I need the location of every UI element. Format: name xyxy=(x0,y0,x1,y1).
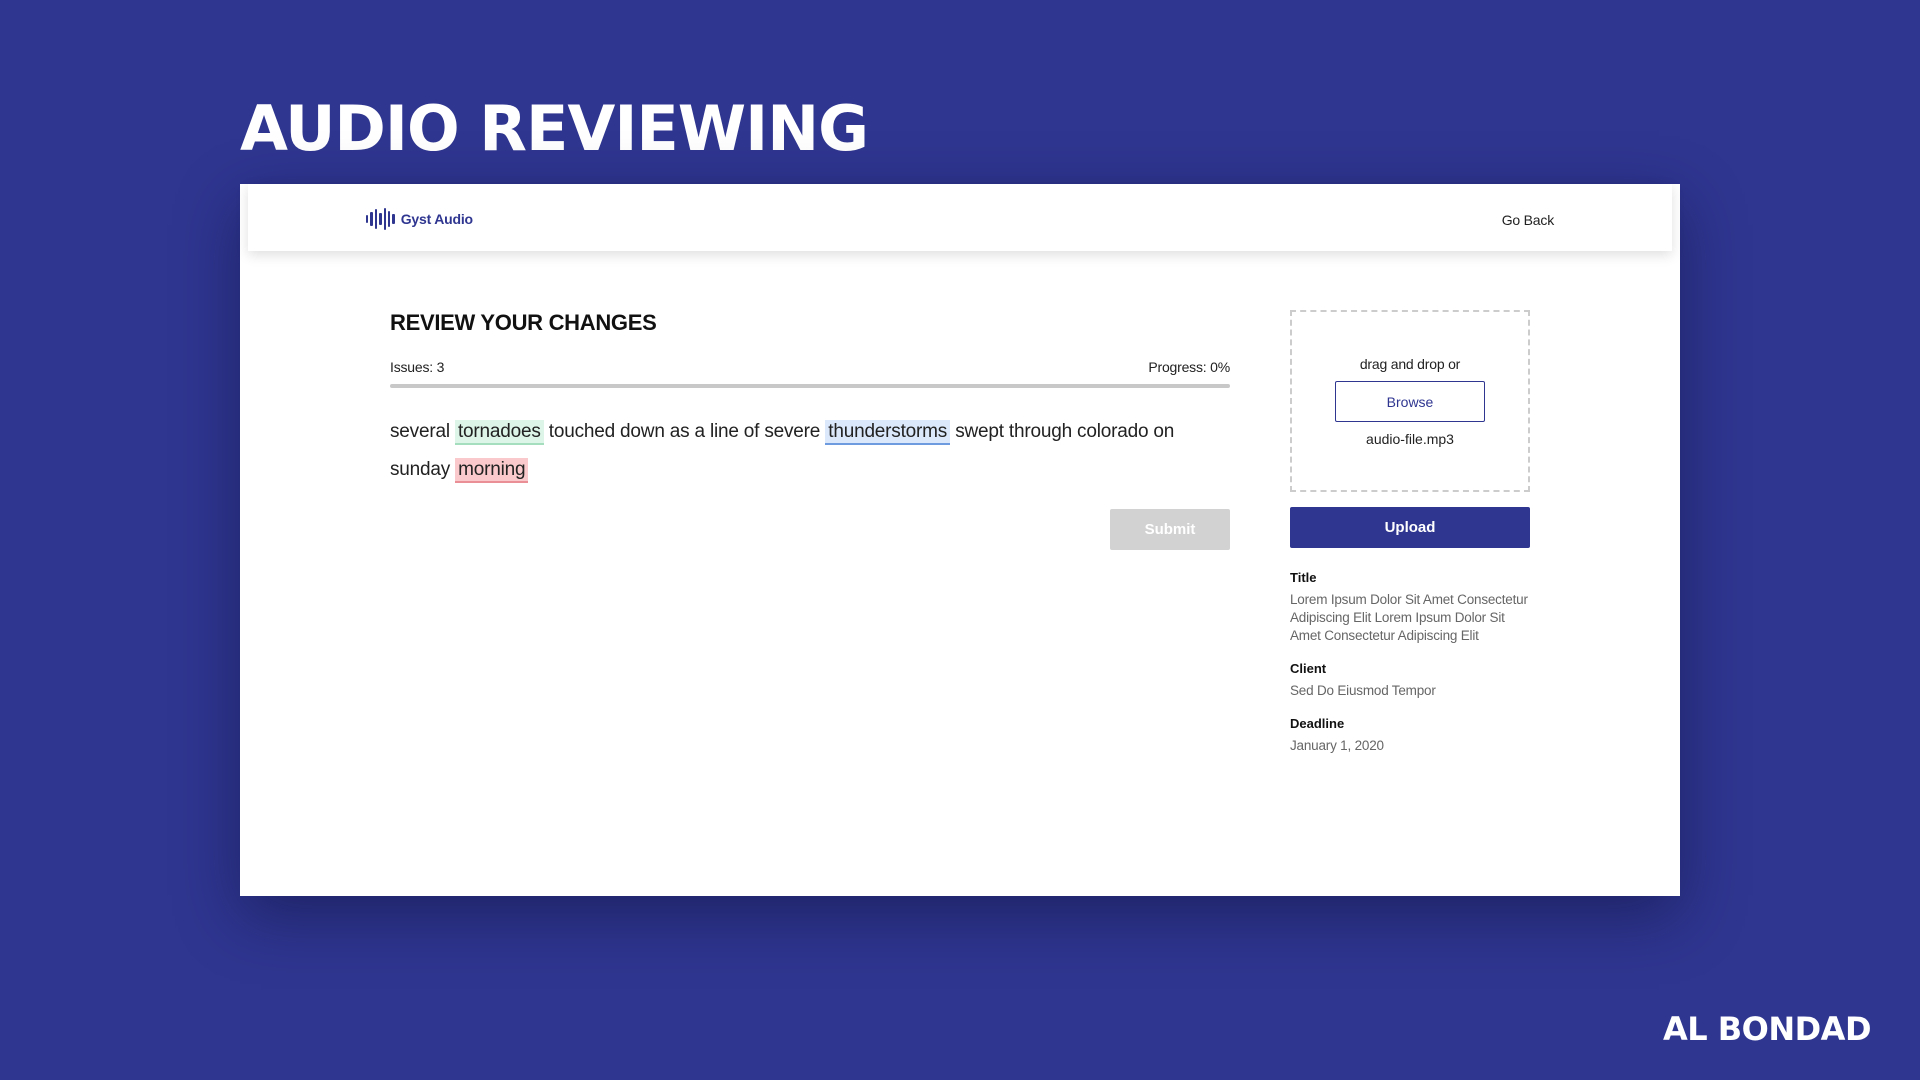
submit-button[interactable]: Submit xyxy=(1110,509,1230,550)
waveform-icon xyxy=(366,208,395,230)
transcript-text: several tornadoes touched down as a line… xyxy=(390,413,1230,489)
title-value: Lorem Ipsum Dolor Sit Amet Consectetur A… xyxy=(1290,592,1528,643)
progress-bar xyxy=(390,384,1230,388)
logo-text: Gyst Audio xyxy=(400,211,473,227)
deadline-label: Deadline xyxy=(1290,716,1345,731)
progress-label: Progress: 0% xyxy=(1148,359,1230,375)
transcript-segment: touched down as a line of severe xyxy=(548,421,821,442)
app-window: Gyst Audio Go Back REVIEW YOUR CHANGES I… xyxy=(240,184,1680,896)
top-navbar: Gyst Audio Go Back xyxy=(248,184,1672,251)
file-name: audio-file.mp3 xyxy=(1366,431,1454,447)
go-back-link[interactable]: Go Back xyxy=(1502,212,1554,228)
browse-button[interactable]: Browse xyxy=(1335,381,1485,422)
client-label: Client xyxy=(1290,661,1327,676)
review-panel: REVIEW YOUR CHANGES Issues: 3 Progress: … xyxy=(390,310,1230,550)
page-heading: AUDIO REVIEWING xyxy=(240,92,869,165)
title-label: Title xyxy=(1290,570,1317,585)
upload-button[interactable]: Upload xyxy=(1290,507,1530,548)
drop-text: drag and drop or xyxy=(1359,356,1461,372)
issue-highlight-tornadoes[interactable]: tornadoes xyxy=(454,420,544,445)
submit-row: Submit xyxy=(390,509,1230,550)
issue-highlight-morning[interactable]: morning xyxy=(455,458,529,483)
issue-highlight-thunderstorms[interactable]: thunderstorms xyxy=(825,420,951,445)
side-panel: drag and drop or Browse audio-file.mp3 U… xyxy=(1290,310,1530,755)
transcript-segment: several xyxy=(390,421,450,442)
file-dropzone[interactable]: drag and drop or Browse audio-file.mp3 xyxy=(1290,310,1530,492)
deadline-value: January 1, 2020 xyxy=(1290,738,1384,753)
client-value: Sed Do Eiusmod Tempor xyxy=(1290,683,1436,698)
author-credit: AL BONDAD xyxy=(1662,1010,1872,1048)
logo[interactable]: Gyst Audio xyxy=(366,208,473,230)
review-meta: Issues: 3 Progress: 0% xyxy=(390,359,1230,375)
review-title: REVIEW YOUR CHANGES xyxy=(390,310,657,335)
issues-count: Issues: 3 xyxy=(390,359,445,375)
